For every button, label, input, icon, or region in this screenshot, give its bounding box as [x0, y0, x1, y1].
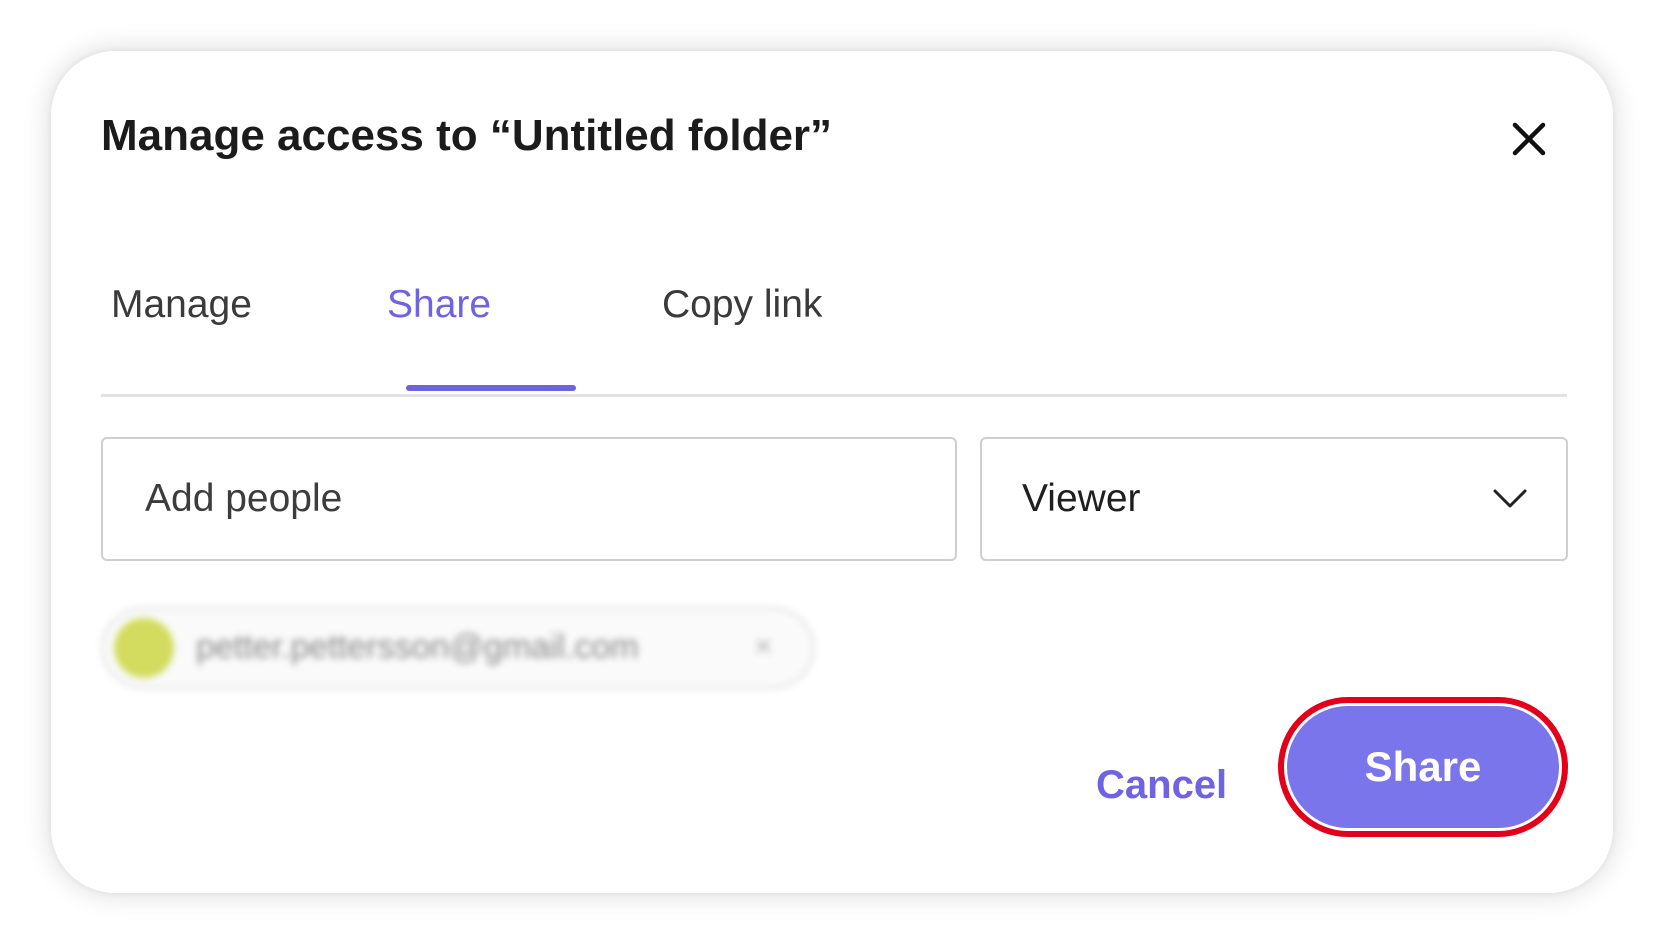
- share-button[interactable]: Share: [1287, 706, 1559, 828]
- recipient-chip: petter.pettersson@gmail.com ×: [101, 607, 815, 689]
- cancel-button[interactable]: Cancel: [1096, 763, 1227, 808]
- add-people-input[interactable]: [101, 437, 957, 561]
- role-selected-value: Viewer: [1022, 477, 1141, 520]
- manage-access-dialog: Manage access to “Untitled folder” Manag…: [51, 51, 1613, 893]
- close-icon[interactable]: [1509, 119, 1549, 159]
- chevron-down-icon: [1493, 489, 1527, 508]
- remove-recipient-icon[interactable]: ×: [754, 628, 773, 665]
- active-tab-indicator: [406, 385, 576, 391]
- role-dropdown[interactable]: Viewer: [980, 437, 1568, 561]
- avatar: [114, 618, 174, 678]
- recipient-email: petter.pettersson@gmail.com: [196, 628, 639, 666]
- tab-bar: Manage Share Copy link: [101, 241, 1567, 397]
- tab-copy-link[interactable]: Copy link: [662, 283, 822, 327]
- dialog-title: Manage access to “Untitled folder”: [101, 111, 833, 160]
- tab-share[interactable]: Share: [387, 283, 491, 327]
- tab-manage[interactable]: Manage: [111, 283, 252, 327]
